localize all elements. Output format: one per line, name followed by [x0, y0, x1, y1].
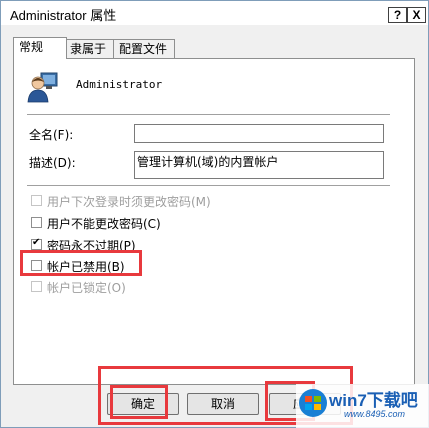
watermark-url: www.8495.com: [344, 409, 406, 419]
separator: [27, 114, 390, 116]
help-button[interactable]: ?: [388, 7, 407, 23]
title-bar[interactable]: Administrator 属性 ? X: [1, 1, 428, 25]
watermark: win7下载吧 www.8495.com: [296, 384, 429, 428]
checkbox[interactable]: [31, 281, 42, 292]
watermark-text: win7下载吧: [329, 391, 418, 410]
option-label: 用户不能更改密码(C): [47, 217, 161, 231]
tab-profile[interactable]: 配置文件: [113, 39, 175, 58]
win7-logo-icon: [299, 389, 327, 417]
option-label: 帐户已禁用(B): [47, 260, 125, 274]
tab-general[interactable]: 常规: [13, 37, 67, 59]
ok-button[interactable]: 确定: [107, 393, 179, 415]
description-field[interactable]: 管理计算机(域)的内置帐户: [134, 151, 384, 179]
user-name: Administrator: [76, 78, 163, 91]
user-icon: [27, 72, 58, 103]
fullname-label: 全名(F):: [29, 128, 74, 142]
window-title: Administrator 属性: [10, 8, 117, 23]
checkbox[interactable]: [31, 195, 42, 206]
checkbox[interactable]: [31, 217, 42, 228]
cancel-button[interactable]: 取消: [187, 393, 259, 415]
checkbox-checked[interactable]: [31, 237, 42, 250]
checkbox[interactable]: [31, 260, 42, 271]
tab-member-of[interactable]: 隶属于: [64, 39, 114, 58]
option-label: 用户下次登录时须更改密码(M): [47, 195, 211, 209]
fullname-field[interactable]: [134, 124, 384, 143]
properties-dialog: Administrator 属性 ? X 常规 隶属于 配置文件 Adminis…: [0, 0, 429, 428]
close-button[interactable]: X: [407, 7, 426, 23]
description-label: 描述(D):: [29, 156, 76, 170]
separator: [27, 185, 390, 187]
option-label: 帐户已锁定(O): [47, 281, 126, 295]
option-label: 密码永不过期(P): [47, 239, 136, 253]
